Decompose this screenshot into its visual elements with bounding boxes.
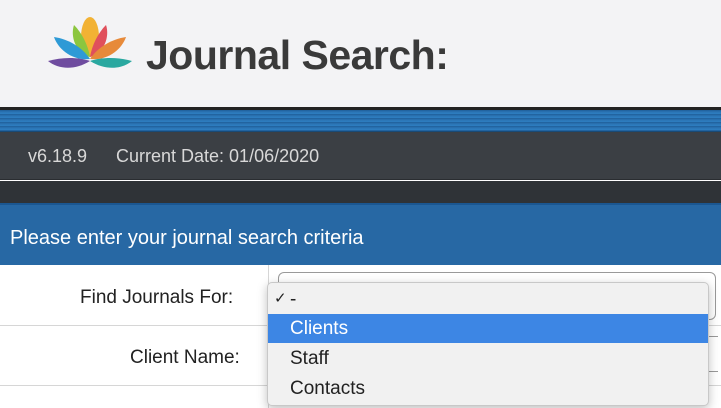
header-band bbox=[0, 110, 721, 132]
checkmark-icon: ✓ bbox=[274, 290, 287, 307]
toolbar-strip bbox=[0, 181, 721, 203]
option-label: Contacts bbox=[290, 378, 365, 399]
page-title: Journal Search: bbox=[146, 32, 449, 78]
panel-title: Please enter your journal search criteri… bbox=[10, 227, 364, 249]
option-label: Clients bbox=[290, 318, 349, 339]
lotus-icon bbox=[48, 17, 132, 68]
client-name-label: Client Name: bbox=[130, 347, 240, 368]
option-none[interactable]: ✓ - bbox=[268, 285, 708, 314]
option-staff[interactable]: Staff bbox=[268, 344, 708, 373]
status-bar bbox=[0, 132, 721, 180]
version-label: v6.18.9 bbox=[28, 146, 88, 166]
find-journals-label: Find Journals For: bbox=[80, 287, 234, 308]
find-journals-dropdown: ✓ - Clients Staff Contacts bbox=[267, 282, 709, 406]
option-clients[interactable]: Clients bbox=[268, 314, 708, 343]
current-date-label: Current Date: 01/06/2020 bbox=[116, 146, 320, 166]
option-label: Staff bbox=[290, 348, 329, 369]
option-label: - bbox=[290, 289, 297, 310]
option-contacts[interactable]: Contacts bbox=[268, 374, 708, 403]
